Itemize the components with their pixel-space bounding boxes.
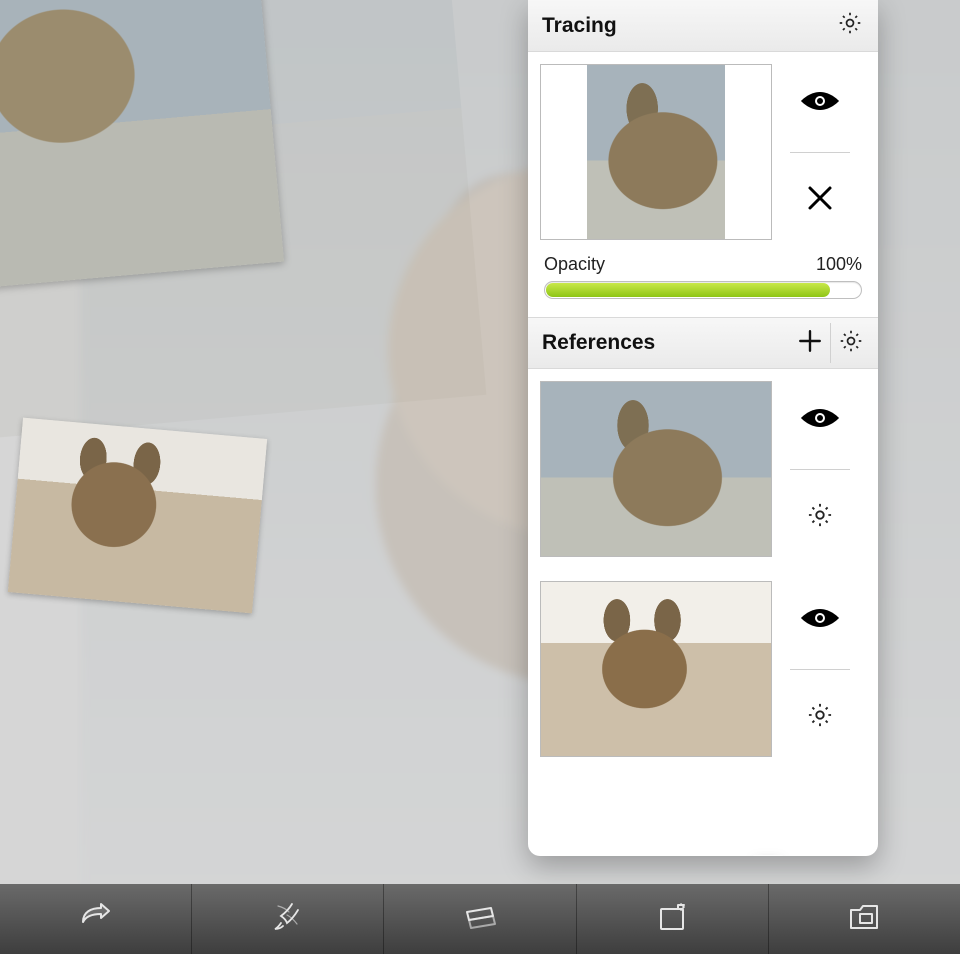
gallery-icon — [847, 902, 881, 937]
divider — [790, 469, 850, 470]
references-settings-button[interactable] — [830, 323, 870, 363]
opacity-slider-fill — [546, 283, 830, 297]
eye-icon — [798, 405, 842, 436]
brush-icon — [272, 900, 304, 939]
reference-image-sitting-cat[interactable] — [8, 418, 267, 614]
references-section-header: References — [528, 317, 878, 369]
bottom-toolbar — [0, 884, 960, 954]
gear-icon — [806, 701, 834, 734]
gallery-button[interactable] — [769, 884, 960, 954]
eye-icon — [798, 88, 842, 119]
tracing-entry — [528, 52, 878, 252]
layers-button[interactable] — [384, 884, 576, 954]
tracing-remove-button[interactable] — [790, 177, 850, 225]
tracing-section-header: Tracing — [528, 0, 878, 52]
tracing-thumbnail-image — [587, 65, 725, 239]
tracing-opacity-row: Opacity 100% — [528, 252, 878, 317]
tracing-title: Tracing — [542, 14, 830, 38]
image-panel-button[interactable] — [577, 884, 769, 954]
reference-thumbnail[interactable] — [540, 581, 772, 757]
reference-thumbnail-image — [541, 382, 771, 556]
reference-thumbnail-image — [541, 582, 771, 756]
eye-icon — [798, 605, 842, 636]
divider — [790, 152, 850, 153]
layers-icon — [461, 902, 499, 937]
reference-image-profile-cat[interactable] — [0, 0, 284, 297]
tracing-thumbnail[interactable] — [540, 64, 772, 240]
opacity-label: Opacity — [544, 254, 605, 275]
reference-item-settings-button[interactable] — [790, 494, 850, 542]
tracing-settings-button[interactable] — [830, 6, 870, 46]
reference-entry — [528, 569, 878, 769]
reference-visibility-toggle[interactable] — [790, 597, 850, 645]
reference-thumbnail[interactable] — [540, 381, 772, 557]
reference-entry-controls — [772, 381, 868, 557]
brush-settings-button[interactable] — [192, 884, 384, 954]
reference-entry-controls — [772, 581, 868, 757]
gear-icon — [837, 10, 863, 41]
tracing-entry-controls — [772, 64, 868, 240]
opacity-slider[interactable] — [544, 281, 862, 299]
reference-entry — [528, 369, 878, 569]
references-title: References — [542, 331, 790, 355]
image-panel-popover: Tracing — [528, 0, 878, 856]
share-button[interactable] — [0, 884, 192, 954]
tracing-visibility-toggle[interactable] — [790, 80, 850, 128]
reference-item-settings-button[interactable] — [790, 694, 850, 742]
reference-visibility-toggle[interactable] — [790, 397, 850, 445]
image-panel-icon — [656, 901, 688, 938]
opacity-value: 100% — [816, 254, 862, 275]
share-icon — [79, 902, 113, 937]
close-icon — [805, 183, 835, 218]
divider — [790, 669, 850, 670]
add-reference-button[interactable] — [790, 323, 830, 363]
gear-icon — [806, 501, 834, 534]
plus-icon — [797, 328, 823, 359]
gear-icon — [838, 328, 864, 359]
